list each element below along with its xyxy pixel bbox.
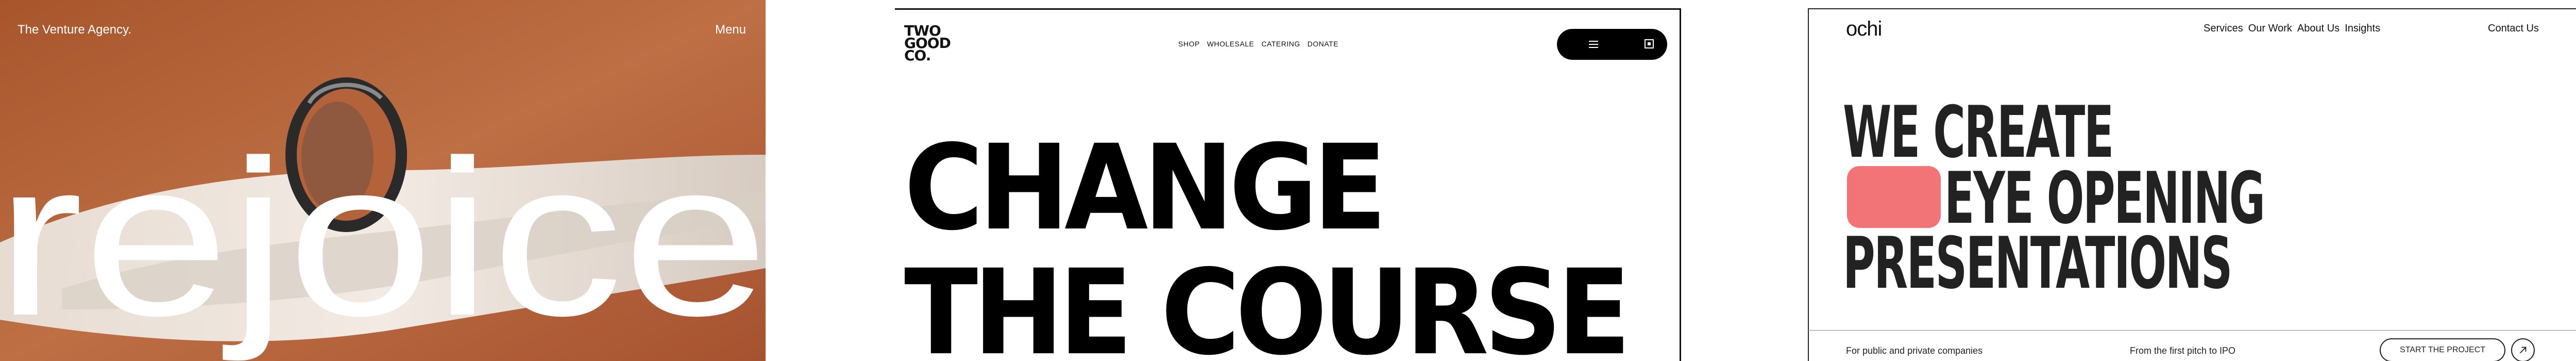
- twogood-panel: TWO GOOD CO. SHOP WHOLESALE CATERING DON…: [895, 0, 1681, 361]
- headline-line-1: CHANGE: [904, 119, 1387, 256]
- ochi-panel: ochi Services Our Work About Us Insights…: [1808, 0, 2576, 361]
- rejoice-panel: rejoice The Venture Agency. Menu: [0, 0, 766, 361]
- top-navigation: The Venture Agency. Menu: [0, 0, 766, 57]
- menu-icon[interactable]: [1589, 40, 1598, 48]
- arrow-up-right-icon[interactable]: [2511, 338, 2535, 361]
- nav-our-work[interactable]: Our Work: [2248, 23, 2292, 35]
- footer-tagline-middle: From the first pitch to IPO: [2130, 346, 2236, 356]
- nav-insights[interactable]: Insights: [2345, 23, 2380, 35]
- nav-shop[interactable]: SHOP: [1178, 40, 1200, 48]
- nav-wholesale[interactable]: WHOLESALE: [1207, 40, 1255, 48]
- brand-name[interactable]: The Venture Agency.: [18, 23, 131, 37]
- left-border: [1808, 8, 1809, 361]
- headline-line-2: THE COURSE: [904, 244, 1631, 361]
- main-nav: Services Our Work About Us Insights: [2204, 23, 2380, 35]
- menu-cart-pill: [1557, 29, 1667, 60]
- nav-catering[interactable]: CATERING: [1261, 40, 1300, 48]
- top-border: [895, 8, 1681, 10]
- headline-line-3: PRESENTATIONS: [1843, 222, 2232, 305]
- menu-button[interactable]: Menu: [715, 23, 746, 37]
- nav-donate[interactable]: DONATE: [1308, 40, 1338, 48]
- logo[interactable]: ochi: [1846, 18, 1882, 41]
- cart-icon[interactable]: [1645, 39, 1654, 48]
- main-nav: SHOP WHOLESALE CATERING DONATE: [1178, 40, 1338, 48]
- nav-contact-us[interactable]: Contact Us: [2488, 23, 2539, 35]
- top-border: [1808, 8, 2576, 9]
- nav-services[interactable]: Services: [2204, 23, 2243, 35]
- hero-word: rejoice: [0, 114, 766, 361]
- accent-image-pill: [1847, 166, 1941, 228]
- nav-about-us[interactable]: About Us: [2297, 23, 2340, 35]
- footer-tagline-left: For public and private companies: [1846, 346, 1983, 356]
- start-project-button[interactable]: START THE PROJECT: [2380, 338, 2505, 361]
- right-border: [1680, 8, 1681, 361]
- logo[interactable]: TWO GOOD CO.: [904, 24, 951, 63]
- divider: [1808, 330, 2576, 331]
